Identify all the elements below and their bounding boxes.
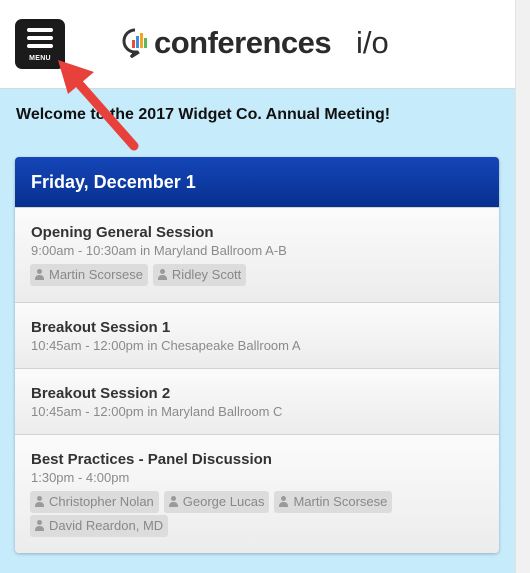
session-item[interactable]: Opening General Session 9:00am - 10:30am…	[15, 207, 499, 302]
speaker-name: George Lucas	[182, 494, 265, 509]
menu-icon-bar	[27, 36, 53, 40]
session-title: Opening General Session	[31, 224, 214, 241]
session-time-location: 1:30pm - 4:00pm	[31, 470, 130, 485]
speaker-chip[interactable]: Ridley Scott	[152, 264, 247, 286]
session-item[interactable]: Breakout Session 2 10:45am - 12:00pm in …	[15, 368, 499, 434]
logo-icon	[122, 28, 147, 58]
brand-name: conferences	[154, 25, 332, 60]
session-item[interactable]: Best Practices - Panel Discussion 1:30pm…	[15, 434, 499, 553]
session-title: Best Practices - Panel Discussion	[31, 451, 272, 468]
brand-suffix: i/o	[356, 25, 389, 60]
session-time-location: 10:45am - 12:00pm in Maryland Ballroom C	[31, 404, 283, 419]
session-title: Breakout Session 2	[31, 385, 171, 402]
speaker-chip[interactable]: Martin Scorsese	[30, 264, 148, 286]
person-icon	[34, 269, 45, 280]
person-icon	[34, 520, 45, 531]
session-title: Breakout Session 1	[31, 319, 171, 336]
session-item[interactable]: Breakout Session 1 10:45am - 12:00pm in …	[15, 302, 499, 368]
annotation-arrow-icon	[58, 60, 139, 151]
person-icon	[168, 496, 179, 507]
speaker-chip[interactable]: George Lucas	[163, 491, 270, 513]
menu-icon-bar	[27, 28, 53, 32]
speaker-name: Martin Scorsese	[293, 494, 388, 509]
speaker-name: Martin Scorsese	[49, 267, 143, 282]
session-time-location: 9:00am - 10:30am in Maryland Ballroom A-…	[31, 243, 287, 258]
person-icon	[34, 496, 45, 507]
speaker-list: Christopher Nolan George Lucas Martin Scor…	[30, 491, 410, 539]
schedule-card: Friday, December 1 Opening General Sessi…	[15, 157, 499, 553]
speaker-name: Christopher Nolan	[49, 494, 154, 509]
main-content: Welcome to the 2017 Widget Co. Annual Me…	[0, 89, 515, 573]
speaker-name: Ridley Scott	[171, 267, 242, 282]
speaker-name: David Reardon, MD	[49, 518, 164, 533]
speaker-list: Martin Scorsese Ridley Scott	[30, 264, 410, 288]
speaker-chip[interactable]: David Reardon, MD	[30, 515, 169, 537]
person-icon	[278, 496, 289, 507]
speaker-chip[interactable]: Martin Scorsese	[274, 491, 393, 513]
speaker-chip[interactable]: Christopher Nolan	[30, 491, 159, 513]
person-icon	[157, 269, 168, 280]
day-header: Friday, December 1	[15, 157, 499, 207]
scrollbar[interactable]	[515, 0, 530, 573]
menu-icon-bar	[27, 44, 53, 48]
session-time-location: 10:45am - 12:00pm in Chesapeake Ballroom…	[31, 338, 301, 353]
